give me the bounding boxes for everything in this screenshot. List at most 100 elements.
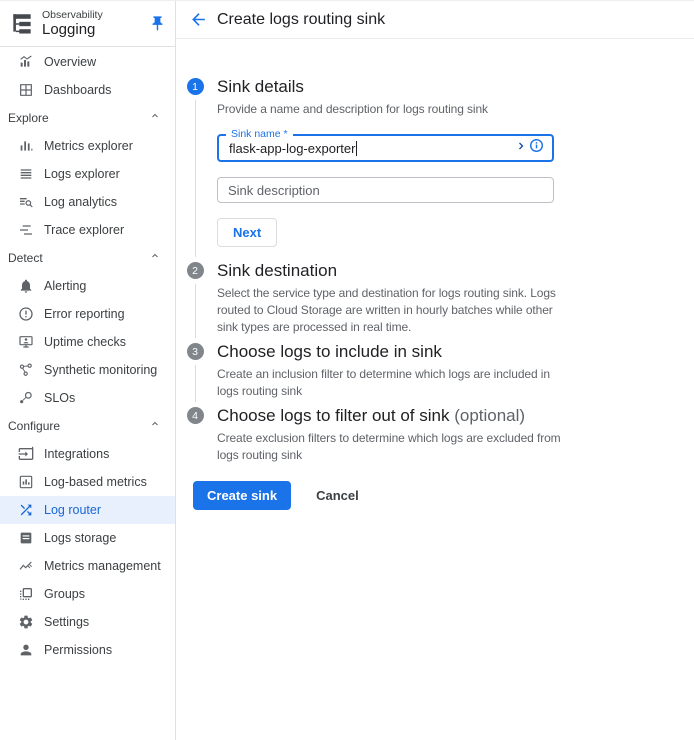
sidebar-item-synthetic-monitoring[interactable]: Synthetic monitoring — [0, 356, 175, 384]
chevron-right-icon[interactable] — [515, 139, 527, 157]
sink-name-label: Sink name * — [226, 128, 293, 140]
logging-logo-icon — [9, 11, 35, 37]
step-description: Create an inclusion filter to determine … — [217, 366, 569, 400]
logs-storage-icon — [17, 530, 34, 547]
sidebar-item-metrics-explorer[interactable]: Metrics explorer — [0, 132, 175, 160]
sidebar-item-label: Permissions — [44, 643, 112, 657]
sink-description-input[interactable] — [217, 177, 554, 203]
text-caret — [356, 141, 357, 156]
step-description: Select the service type and destination … — [217, 285, 569, 336]
create-sink-stepper: 1 Sink details Provide a name and descri… — [181, 76, 694, 469]
sidebar-item-permissions[interactable]: Permissions — [0, 636, 175, 664]
sidebar-item-label: Alerting — [44, 279, 86, 293]
error-reporting-icon — [17, 306, 34, 323]
synthetic-monitoring-icon — [17, 362, 34, 379]
groups-icon — [17, 586, 34, 603]
sidebar-nav: Overview Dashboards Explore Metrics expl… — [0, 47, 175, 664]
permissions-icon — [17, 642, 34, 659]
product-name: Logging — [42, 21, 145, 38]
stepper-connector — [195, 284, 196, 338]
sidebar-item-label: Settings — [44, 615, 89, 629]
sidebar-item-label: Groups — [44, 587, 85, 601]
section-label: Detect — [8, 251, 43, 265]
sidebar-item-metrics-management[interactable]: Metrics management — [0, 552, 175, 580]
sidebar-item-logs-explorer[interactable]: Logs explorer — [0, 160, 175, 188]
stepper-connector — [195, 100, 196, 257]
section-label: Configure — [8, 419, 60, 433]
chevron-up-icon — [149, 417, 161, 435]
sidebar-item-settings[interactable]: Settings — [0, 608, 175, 636]
sidebar-item-label: Overview — [44, 55, 96, 69]
integrations-icon — [17, 446, 34, 463]
sidebar-item-log-analytics[interactable]: Log analytics — [0, 188, 175, 216]
sidebar-item-label: Integrations — [44, 447, 109, 461]
sidebar-item-label: Synthetic monitoring — [44, 363, 157, 377]
metrics-explorer-icon — [17, 138, 34, 155]
cancel-button[interactable]: Cancel — [310, 487, 365, 504]
sidebar-item-dashboards[interactable]: Dashboards — [0, 76, 175, 104]
sidebar-item-integrations[interactable]: Integrations — [0, 440, 175, 468]
page-title: Create logs routing sink — [217, 11, 385, 29]
sidebar-item-groups[interactable]: Groups — [0, 580, 175, 608]
back-arrow-icon[interactable] — [183, 5, 213, 35]
step-4-badge: 4 — [187, 407, 204, 424]
sidebar-item-label: Metrics explorer — [44, 139, 133, 153]
footer-actions: Create sink Cancel — [193, 481, 694, 510]
field-icons — [515, 138, 544, 158]
log-based-metrics-icon — [17, 474, 34, 491]
product-eyebrow: Observability — [42, 9, 145, 21]
main-panel: Create logs routing sink 1 Sink details … — [176, 1, 694, 740]
settings-icon — [17, 614, 34, 631]
sidebar-item-logs-storage[interactable]: Logs storage — [0, 524, 175, 552]
section-label: Explore — [8, 111, 49, 125]
step-title: Choose logs to include in sink — [217, 341, 694, 363]
app-window: Observability Logging Overview Dashboard… — [0, 0, 694, 740]
step-sink-details: 1 Sink details Provide a name and descri… — [181, 76, 694, 260]
sidebar-item-label: Log-based metrics — [44, 475, 147, 489]
sidebar-item-uptime-checks[interactable]: Uptime checks — [0, 328, 175, 356]
sidebar-item-label: Log analytics — [44, 195, 117, 209]
sink-name-value: flask-app-log-exporter — [229, 141, 355, 156]
dashboards-icon — [17, 82, 34, 99]
sidebar-item-error-reporting[interactable]: Error reporting — [0, 300, 175, 328]
step-include-logs: 3 Choose logs to include in sink Create … — [181, 341, 694, 405]
step-rail: 4 — [181, 405, 209, 469]
log-analytics-icon — [17, 194, 34, 211]
trace-explorer-icon — [17, 222, 34, 239]
logs-explorer-icon — [17, 166, 34, 183]
sidebar-item-trace-explorer[interactable]: Trace explorer — [0, 216, 175, 244]
metrics-management-icon — [17, 558, 34, 575]
pin-icon[interactable] — [145, 12, 169, 36]
next-button[interactable]: Next — [217, 218, 277, 247]
sidebar-item-slos[interactable]: SLOs — [0, 384, 175, 412]
sidebar-item-log-router[interactable]: Log router — [0, 496, 175, 524]
sidebar-item-label: Uptime checks — [44, 335, 126, 349]
chevron-up-icon — [149, 109, 161, 127]
sidebar-item-label: Metrics management — [44, 559, 161, 573]
sidebar-item-log-based-metrics[interactable]: Log-based metrics — [0, 468, 175, 496]
step-rail: 2 — [181, 260, 209, 341]
step-title: Sink destination — [217, 260, 694, 282]
sidebar-section-detect[interactable]: Detect — [0, 244, 175, 272]
sidebar-section-configure[interactable]: Configure — [0, 412, 175, 440]
step-rail: 1 — [181, 76, 209, 260]
step-title: Sink details — [217, 76, 694, 98]
sidebar-item-alerting[interactable]: Alerting — [0, 272, 175, 300]
step-1-badge: 1 — [187, 78, 204, 95]
chevron-up-icon — [149, 249, 161, 267]
step-exclude-logs: 4 Choose logs to filter out of sink (opt… — [181, 405, 694, 469]
sidebar-item-label: Logs explorer — [44, 167, 120, 181]
sidebar-section-explore[interactable]: Explore — [0, 104, 175, 132]
sink-name-field[interactable]: Sink name * flask-app-log-exporter — [217, 134, 554, 162]
sidebar-item-label: Error reporting — [44, 307, 125, 321]
content-area: 1 Sink details Provide a name and descri… — [176, 39, 694, 740]
sidebar-item-label: Logs storage — [44, 531, 116, 545]
step-description: Create exclusion filters to determine wh… — [217, 430, 569, 464]
sidebar-item-overview[interactable]: Overview — [0, 48, 175, 76]
sink-name-input[interactable]: flask-app-log-exporter — [229, 141, 515, 156]
page-header: Create logs routing sink — [176, 1, 694, 39]
product-titles: Observability Logging — [42, 9, 145, 38]
create-sink-button[interactable]: Create sink — [193, 481, 291, 510]
info-icon[interactable] — [529, 138, 544, 158]
sidebar-item-label: Trace explorer — [44, 223, 124, 237]
